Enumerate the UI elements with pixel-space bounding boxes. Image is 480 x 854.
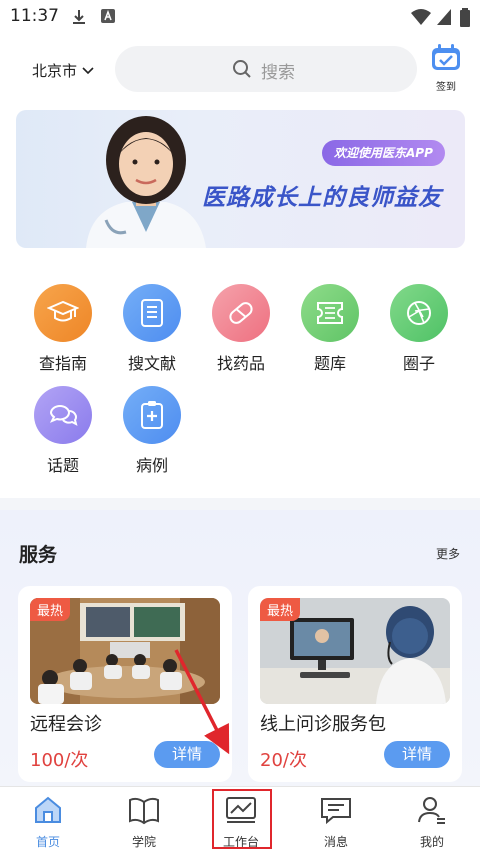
search-input[interactable]: 搜索 [115, 46, 417, 92]
wifi-icon [411, 9, 431, 25]
feature-topics[interactable]: 话题 [23, 386, 103, 476]
header: 北京市 搜索 签到 [0, 34, 480, 104]
feature-label: 病例 [135, 456, 168, 475]
hot-badge: 最热 [260, 598, 301, 621]
details-button[interactable]: 详情 [154, 741, 220, 768]
message-icon [321, 798, 351, 825]
document-icon [123, 284, 181, 342]
tab-messages-label: 消息 [323, 835, 348, 849]
feature-drugs[interactable]: 找药品 [201, 284, 281, 374]
tab-academy-label: 学院 [131, 835, 156, 849]
tab-profile[interactable]: 我的 [397, 795, 467, 850]
feature-label: 话题 [46, 456, 79, 475]
calendar-check-icon [432, 44, 460, 70]
tab-messages[interactable]: 消息 [301, 795, 371, 850]
hot-badge: 最热 [30, 598, 71, 621]
service-name: 远程会诊 [30, 714, 102, 735]
chevron-down-icon [82, 66, 94, 74]
services-section: 服务 更多 最热 远程会诊 100/次 详情 最热 线上问诊服务包 20/次 详… [0, 510, 480, 786]
city-label: 北京市 [32, 62, 78, 80]
status-time: 11:37 [10, 6, 59, 26]
feature-label: 查指南 [38, 354, 87, 373]
signin-label: 签到 [436, 82, 456, 93]
service-price: 100/次 [30, 750, 89, 771]
service-name: 线上问诊服务包 [260, 714, 386, 735]
graduation-cap-icon [34, 284, 92, 342]
tab-academy[interactable]: 学院 [109, 795, 179, 850]
feature-label: 题库 [313, 354, 346, 373]
search-placeholder: 搜索 [261, 63, 295, 83]
service-price: 20/次 [260, 750, 307, 771]
feature-label: 搜文献 [127, 354, 176, 373]
services-title: 服务 [19, 544, 58, 566]
pill-icon [212, 284, 270, 342]
details-button[interactable]: 详情 [384, 741, 450, 768]
search-icon [233, 60, 251, 78]
feature-label: 找药品 [216, 354, 265, 373]
highlight-box [212, 789, 272, 849]
services-more-link[interactable]: 更多 [436, 545, 460, 562]
feature-question-bank[interactable]: 题库 [290, 284, 370, 374]
banner-title: 医路成长上的良师益友 [202, 185, 442, 211]
telemedicine-image: 最热 [260, 598, 450, 704]
feature-guide[interactable]: 查指南 [23, 284, 103, 374]
tab-profile-label: 我的 [419, 835, 444, 849]
service-card-remote-consultation[interactable]: 最热 远程会诊 100/次 详情 [18, 586, 232, 782]
chat-bubbles-icon [34, 386, 92, 444]
tab-home[interactable]: 首页 [13, 795, 83, 850]
feature-cases[interactable]: 病例 [112, 386, 192, 476]
signal-icon [437, 9, 451, 25]
ticket-icon [301, 284, 359, 342]
signin-button[interactable]: 签到 [428, 44, 464, 93]
banner-badge: 欢迎使用医东APP [322, 140, 445, 166]
conference-room-image: 最热 [30, 598, 220, 704]
tab-home-label: 首页 [35, 835, 60, 849]
download-icon [73, 10, 85, 24]
battery-icon [460, 8, 470, 27]
book-icon [129, 797, 159, 825]
medical-record-icon [123, 386, 181, 444]
aperture-icon [390, 284, 448, 342]
feature-circle[interactable]: 圈子 [379, 284, 459, 374]
service-card-online-consultation[interactable]: 最热 线上问诊服务包 20/次 详情 [248, 586, 462, 782]
feature-literature[interactable]: 搜文献 [112, 284, 192, 374]
profile-icon [418, 797, 445, 824]
city-selector[interactable]: 北京市 [32, 60, 95, 81]
app-notification-icon [101, 9, 115, 23]
promo-banner[interactable]: 欢迎使用医东APP 医路成长上的良师益友 [16, 110, 465, 248]
feature-label: 圈子 [402, 354, 435, 373]
status-bar: 11:37 [0, 0, 480, 34]
home-icon [35, 796, 61, 823]
